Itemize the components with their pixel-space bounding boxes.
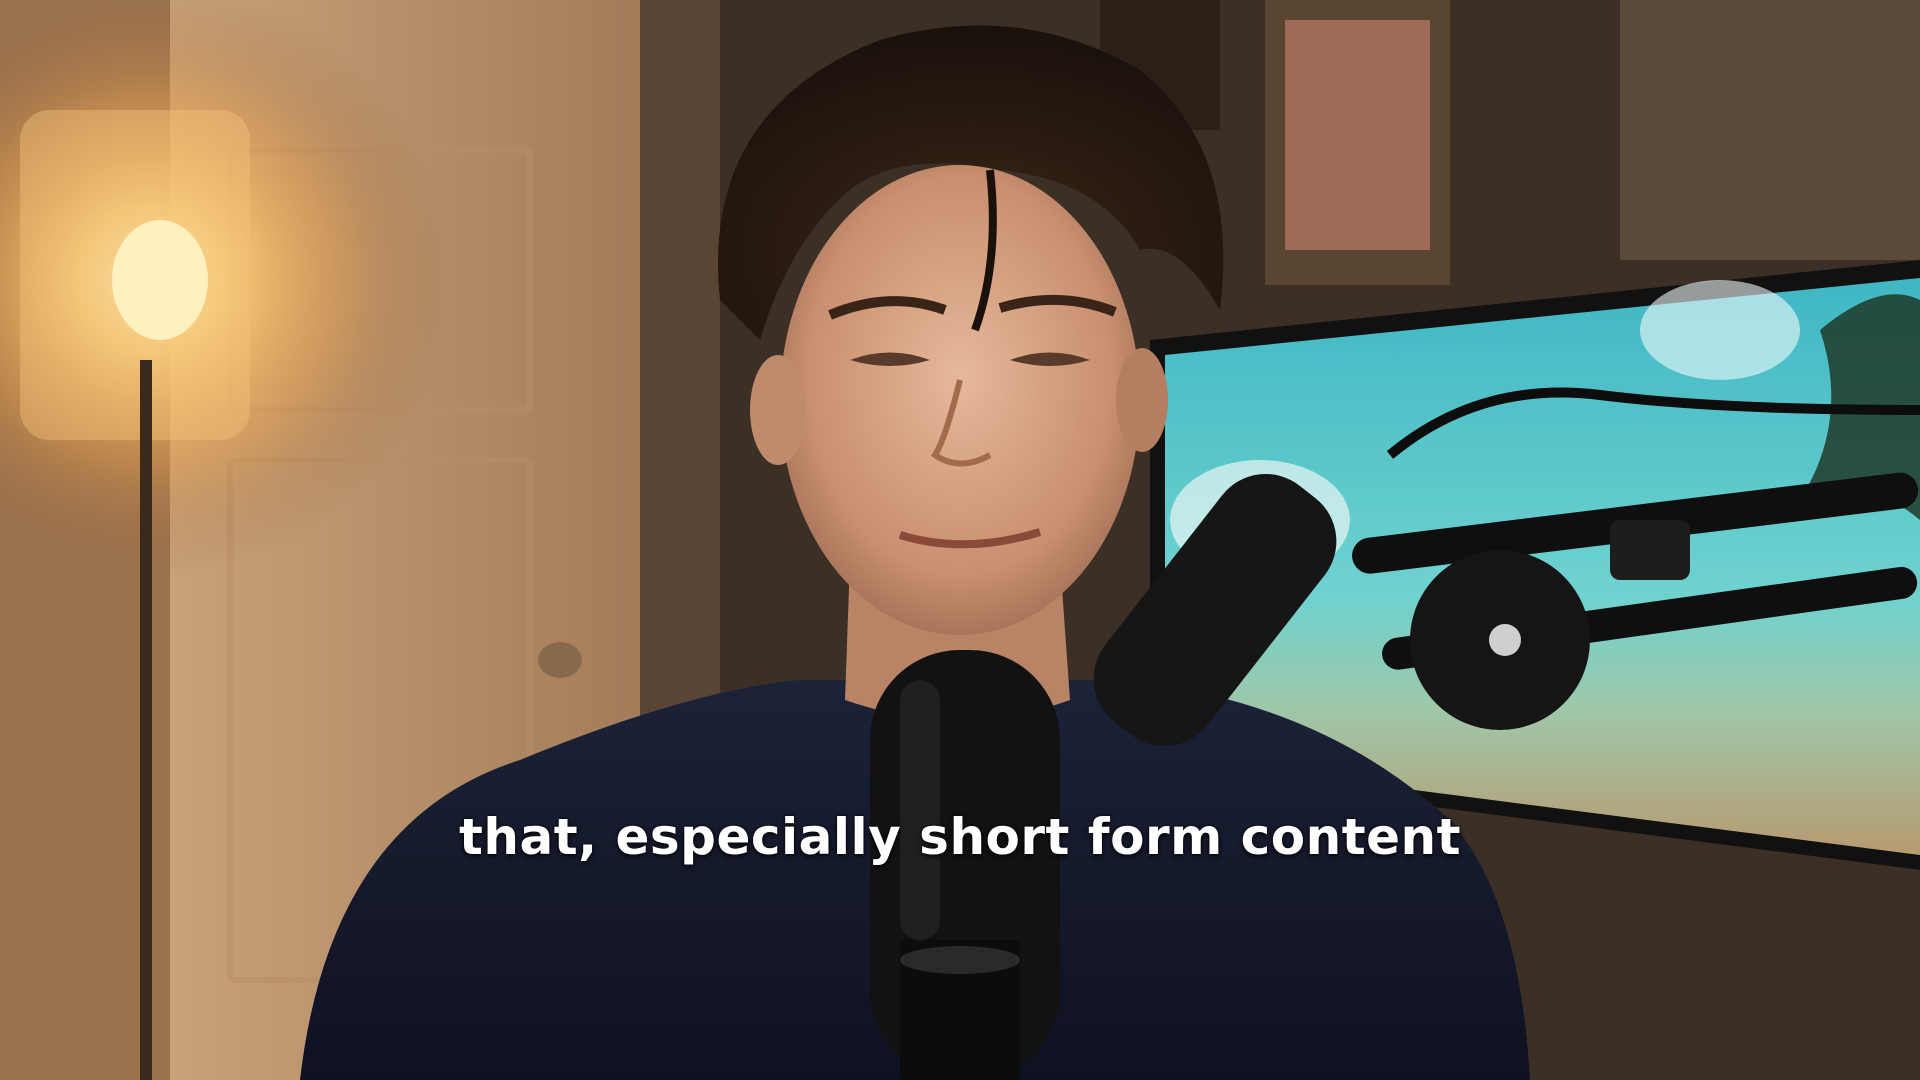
person-ear-right <box>1116 348 1168 452</box>
picture-inner-2 <box>1285 20 1430 250</box>
lamp-bulb <box>112 220 208 340</box>
cloud-2 <box>1640 280 1800 380</box>
microphone-ring <box>900 946 1020 974</box>
video-caption: that, especially short form content <box>458 808 1462 866</box>
video-frame: that, especially short form content <box>0 0 1920 1080</box>
person-face <box>780 165 1140 635</box>
person-ear-left <box>750 355 806 465</box>
lamp-pole <box>140 360 152 1080</box>
shelf <box>1620 0 1920 260</box>
door-knob <box>538 642 582 678</box>
boom-clamp <box>1610 520 1690 580</box>
boom-joint-screw <box>1489 624 1521 656</box>
scene-illustration <box>0 0 1920 1080</box>
